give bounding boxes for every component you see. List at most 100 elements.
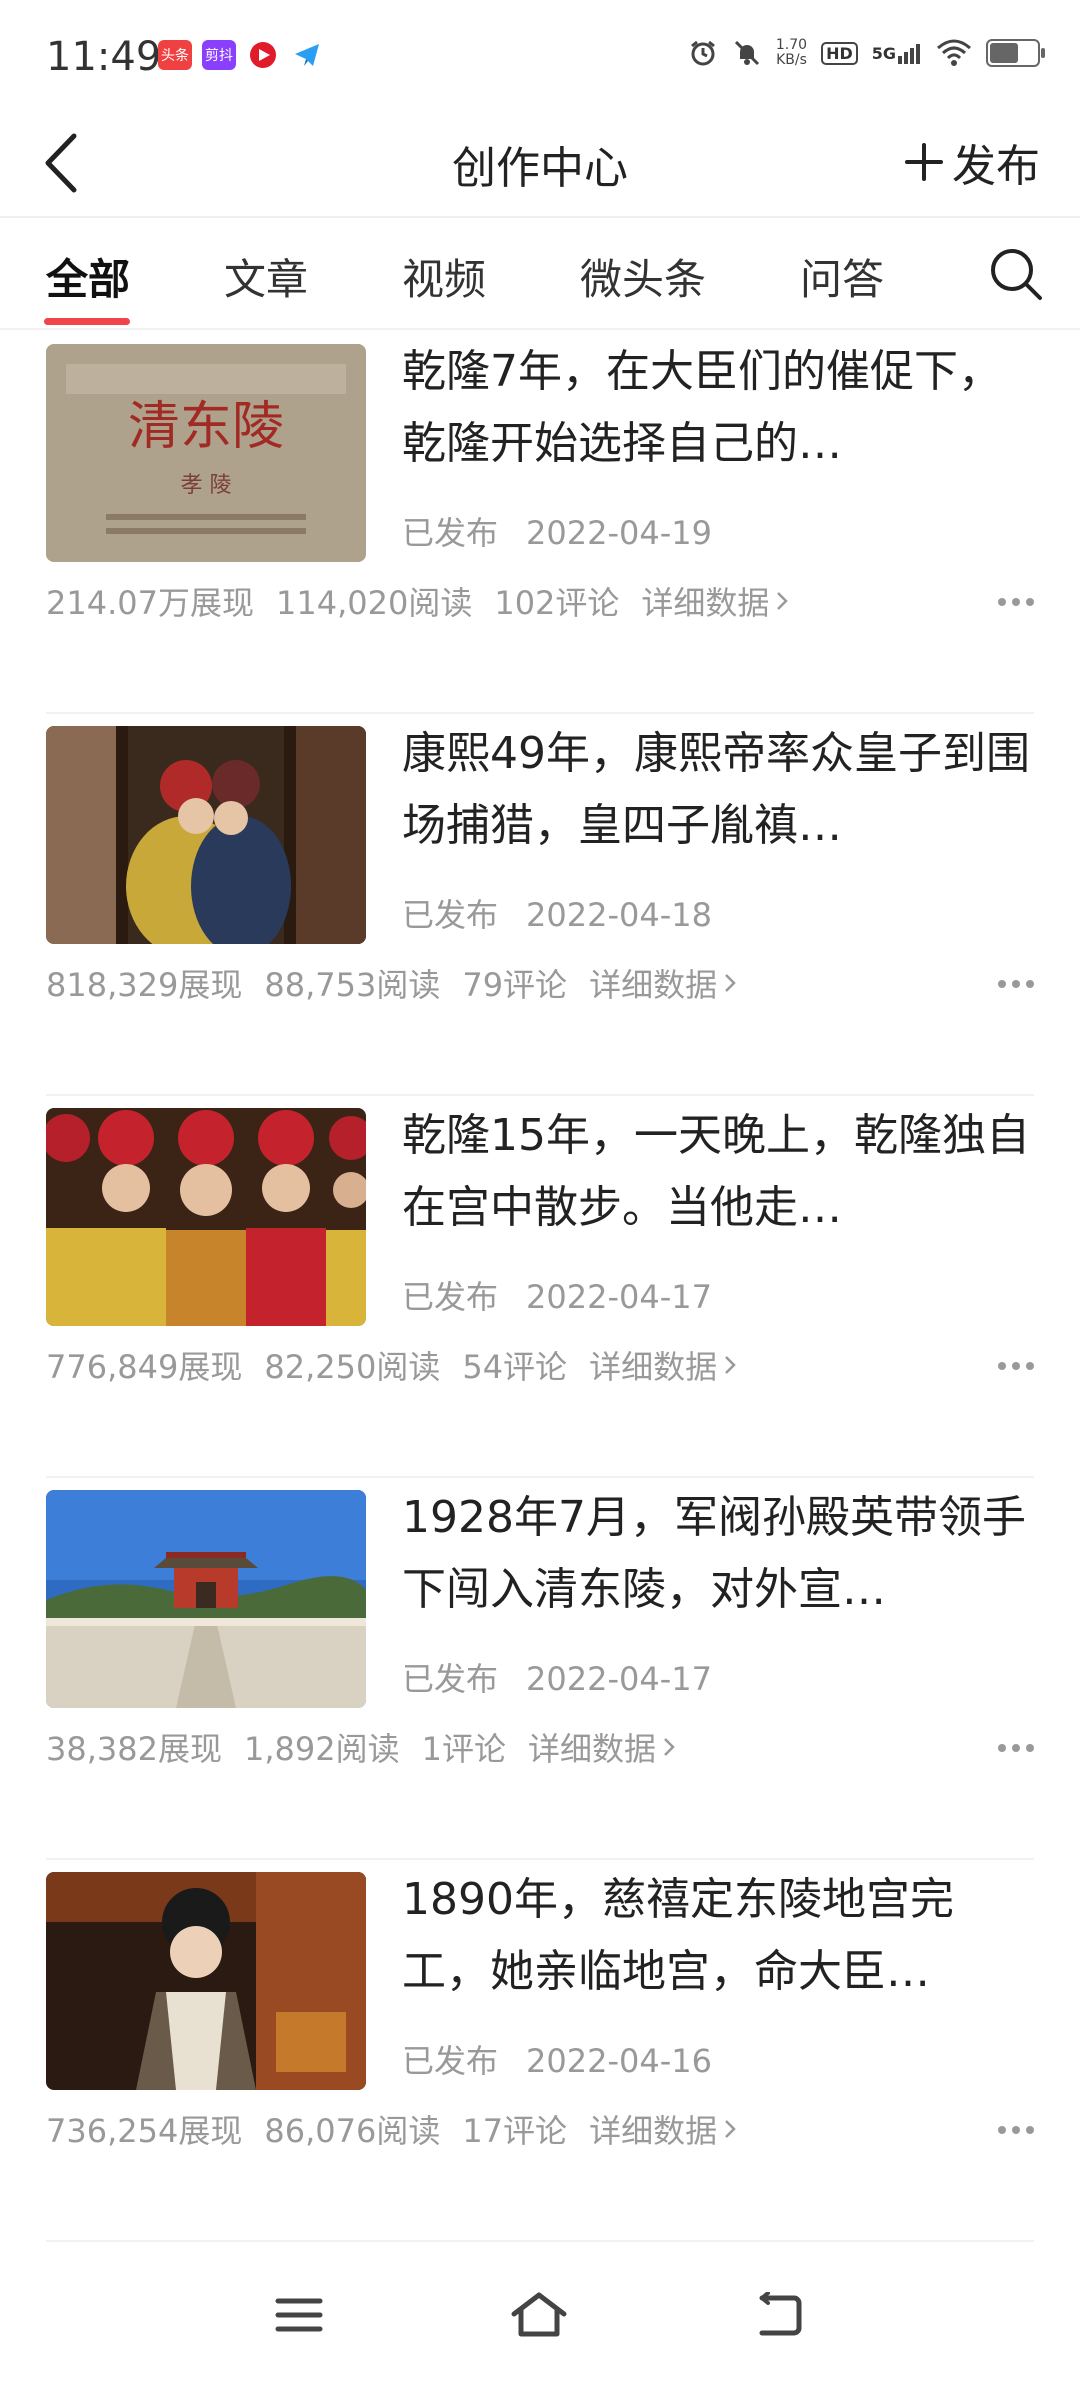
- chevron-right-icon: [725, 974, 736, 992]
- article-meta: 已发布 2022-04-16: [402, 2036, 712, 2082]
- more-options-button[interactable]: [996, 1342, 1036, 1380]
- impressions-count: 736,254展现: [46, 2112, 243, 2150]
- search-button[interactable]: [986, 244, 1046, 304]
- article-meta: 已发布 2022-04-17: [402, 1654, 712, 1700]
- chevron-right-icon: [725, 2120, 736, 2138]
- article-title[interactable]: 康熙49年，康熙帝率众皇子到围场捕猎，皇四子胤禛…: [402, 718, 1038, 862]
- article-thumbnail: 清东陵 孝 陵: [46, 344, 366, 562]
- detail-data-link[interactable]: 详细数据: [589, 960, 737, 1006]
- article-stats: 38,382展现 1,892阅读 1评论 详细数据: [46, 1724, 676, 1770]
- detail-data-link[interactable]: 详细数据: [641, 578, 789, 624]
- list-item[interactable]: 乾隆15年，一天晚上，乾隆独自在宫中散步。当他走… 已发布 2022-04-17 …: [0, 1096, 1080, 1478]
- more-dots-icon: [998, 980, 1034, 988]
- comments-count: 54评论: [462, 1348, 568, 1386]
- article-stats: 776,849展现 82,250阅读 54评论 详细数据: [46, 1342, 737, 1388]
- article-stats: 736,254展现 86,076阅读 17评论 详细数据: [46, 2106, 737, 2152]
- publish-status: 已发布: [402, 1660, 499, 1698]
- jiandou-app-icon: 剪抖: [202, 40, 236, 70]
- more-options-button[interactable]: [996, 960, 1036, 998]
- menu-nav-button[interactable]: [264, 2280, 334, 2350]
- tab-articles[interactable]: 文章: [224, 246, 308, 307]
- list-item[interactable]: 清东陵 孝 陵 乾隆7年，在大臣们的催促下，乾隆开始选择自己的… 已发布 2022…: [0, 332, 1080, 714]
- more-dots-icon: [998, 598, 1034, 606]
- impressions-count: 214.07万展现: [46, 584, 254, 622]
- system-navigation-bar: [0, 2250, 1080, 2388]
- comments-count: 102评论: [494, 584, 620, 622]
- publish-date: 2022-04-17: [526, 1660, 712, 1698]
- reads-count: 86,076阅读: [264, 2112, 441, 2150]
- reads-count: 1,892阅读: [243, 1730, 400, 1768]
- article-stats: 214.07万展现 114,020阅读 102评论 详细数据: [46, 578, 789, 624]
- notification-app-icons: 头条 剪抖: [158, 40, 324, 70]
- publish-date: 2022-04-17: [526, 1278, 712, 1316]
- toutiao-app-icon: 头条: [158, 40, 192, 70]
- reads-count: 88,753阅读: [264, 966, 441, 1004]
- home-nav-button[interactable]: [504, 2280, 574, 2350]
- detail-data-link[interactable]: 详细数据: [528, 1724, 676, 1770]
- publish-status: 已发布: [402, 2042, 499, 2080]
- home-icon: [511, 2292, 567, 2337]
- back-nav-button[interactable]: [744, 2280, 814, 2350]
- article-thumbnail: [46, 726, 366, 944]
- network-speed: 1.70 KB/s: [775, 37, 808, 68]
- battery-icon: [986, 39, 1045, 67]
- list-item[interactable]: 康熙49年，康熙帝率众皇子到围场捕猎，皇四子胤禛… 已发布 2022-04-18 …: [0, 714, 1080, 1096]
- active-tab-indicator: [44, 318, 130, 325]
- chevron-right-icon: [664, 1738, 675, 1756]
- impressions-count: 38,382展现: [46, 1730, 222, 1768]
- telegram-app-icon: [290, 40, 324, 70]
- hd-badge: HD: [821, 41, 858, 65]
- search-icon: [991, 249, 1042, 300]
- comments-count: 1评论: [421, 1730, 506, 1768]
- content-tabs: 全部 文章 视频 微头条 问答: [0, 218, 1080, 330]
- article-title[interactable]: 1890年，慈禧定东陵地宫完工，她亲临地宫，命大臣…: [402, 1864, 1038, 2008]
- mute-bell-icon: [732, 38, 762, 68]
- detail-data-link[interactable]: 详细数据: [589, 2106, 737, 2152]
- app-header: 创作中心 发布: [0, 110, 1080, 218]
- article-stats: 818,329展现 88,753阅读 79评论 详细数据: [46, 960, 737, 1006]
- more-dots-icon: [998, 2126, 1034, 2134]
- article-thumbnail: [46, 1872, 366, 2090]
- publish-status: 已发布: [402, 896, 499, 934]
- more-options-button[interactable]: [996, 1724, 1036, 1762]
- publish-button[interactable]: 发布: [904, 130, 1040, 194]
- publish-date: 2022-04-18: [526, 896, 712, 934]
- tab-all[interactable]: 全部: [46, 246, 130, 307]
- more-options-button[interactable]: [996, 2106, 1036, 2144]
- tab-micro-posts[interactable]: 微头条: [580, 246, 706, 307]
- menu-icon: [275, 2298, 323, 2332]
- tab-qa[interactable]: 问答: [800, 246, 884, 307]
- article-thumbnail: [46, 1490, 366, 1708]
- more-dots-icon: [998, 1362, 1034, 1370]
- signal-5g-icon: 5G: [872, 40, 922, 66]
- status-time: 11:49: [46, 34, 162, 80]
- impressions-count: 818,329展现: [46, 966, 243, 1004]
- article-thumbnail: [46, 1108, 366, 1326]
- tab-videos[interactable]: 视频: [402, 246, 486, 307]
- publish-date: 2022-04-19: [526, 514, 712, 552]
- list-item[interactable]: 1890年，慈禧定东陵地宫完工，她亲临地宫，命大臣… 已发布 2022-04-16…: [0, 1860, 1080, 2242]
- plus-icon: [905, 143, 943, 181]
- article-meta: 已发布 2022-04-18: [402, 890, 712, 936]
- svg-text:清东陵: 清东陵: [128, 397, 284, 457]
- more-options-button[interactable]: [996, 578, 1036, 616]
- article-title[interactable]: 乾隆15年，一天晚上，乾隆独自在宫中散步。当他走…: [402, 1100, 1038, 1244]
- chevron-right-icon: [725, 1356, 736, 1374]
- back-icon: [759, 2292, 802, 2336]
- more-dots-icon: [998, 1744, 1034, 1752]
- chevron-right-icon: [777, 592, 789, 610]
- publish-date: 2022-04-16: [526, 2042, 712, 2080]
- article-title[interactable]: 1928年7月，军阀孙殿英带领手下闯入清东陵，对外宣…: [402, 1482, 1038, 1626]
- detail-data-link[interactable]: 详细数据: [589, 1342, 737, 1388]
- impressions-count: 776,849展现: [46, 1348, 243, 1386]
- publish-label: 发布: [952, 141, 1040, 192]
- reads-count: 82,250阅读: [264, 1348, 441, 1386]
- list-item[interactable]: 1928年7月，军阀孙殿英带领手下闯入清东陵，对外宣… 已发布 2022-04-1…: [0, 1478, 1080, 1860]
- article-title[interactable]: 乾隆7年，在大臣们的催促下，乾隆开始选择自己的…: [402, 336, 1038, 480]
- article-meta: 已发布 2022-04-17: [402, 1272, 712, 1318]
- comments-count: 79评论: [462, 966, 568, 1004]
- record-app-icon: [246, 40, 280, 70]
- publish-status: 已发布: [402, 1278, 499, 1316]
- alarm-icon: [688, 38, 718, 68]
- comments-count: 17评论: [462, 2112, 568, 2150]
